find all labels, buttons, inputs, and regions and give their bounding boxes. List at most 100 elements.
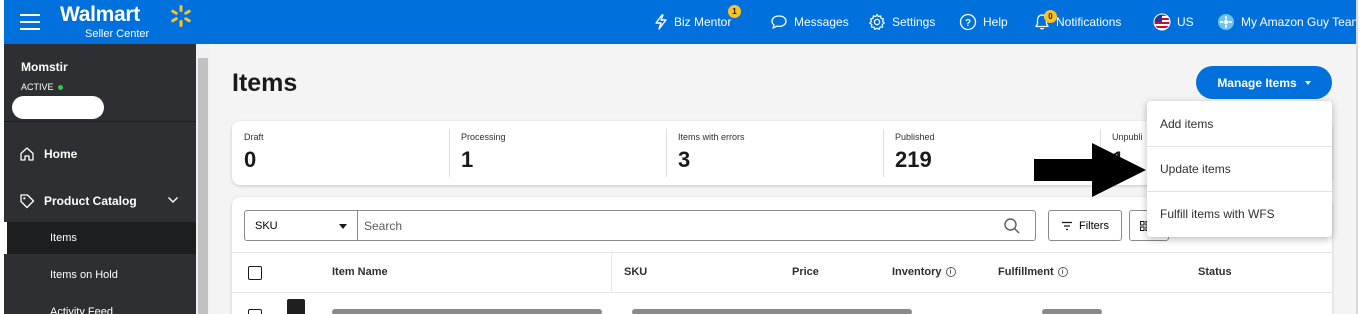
product-thumbnail[interactable] — [287, 299, 305, 314]
store-status-label: ACTIVE — [21, 82, 54, 92]
window-edge — [1356, 0, 1364, 314]
account-label: My Amazon Guy Team — [1241, 15, 1356, 29]
gear-icon — [869, 13, 885, 30]
table-row-sku — [632, 309, 912, 314]
sidebar-scrollbar[interactable] — [196, 44, 210, 314]
menu-item-label: Add items — [1160, 116, 1214, 131]
sidebar-item-label: Items — [50, 232, 77, 244]
messages-label: Messages — [794, 15, 849, 29]
help-label: Help — [983, 15, 1008, 29]
app-window: Walmart Seller Center Biz Mentor 1 Messa… — [4, 0, 1356, 314]
lightning-icon — [655, 14, 667, 30]
search-field-value: SKU — [255, 219, 278, 232]
notifications-label: Notifications — [1056, 15, 1122, 29]
store-status: ACTIVE — [21, 82, 63, 92]
filters-button[interactable]: Filters — [1048, 210, 1122, 241]
stat-label: Published — [895, 132, 935, 142]
stat-draft[interactable]: Draft 0 — [232, 121, 449, 185]
account-menu[interactable]: My Amazon Guy Team — [1217, 13, 1356, 31]
search-field-select[interactable]: SKU — [244, 210, 358, 241]
column-header-item-name[interactable]: Item Name — [332, 266, 388, 278]
table-header: Item Name SKU Price Inventory i Fulfillme… — [232, 252, 1332, 293]
svg-text:?: ? — [965, 18, 971, 29]
column-label: Inventory — [892, 266, 942, 278]
caret-down-icon — [339, 224, 347, 229]
redacted-area — [12, 96, 104, 119]
column-header-sku[interactable]: SKU — [624, 266, 647, 278]
spark-icon — [171, 5, 191, 27]
settings-label: Settings — [892, 15, 936, 29]
row-checkbox[interactable] — [248, 309, 262, 314]
sidebar-item-items-on-hold[interactable]: Items on Hold — [4, 259, 196, 291]
chevron-down-icon — [168, 197, 178, 203]
biz-mentor-link[interactable]: Biz Mentor — [654, 13, 731, 31]
menu-item-label: Fulfill items with WFS — [1160, 207, 1275, 221]
manage-items-label: Manage Items — [1217, 75, 1297, 90]
column-divider — [611, 253, 612, 292]
top-navigation-bar: Walmart Seller Center Biz Mentor 1 Messa… — [4, 0, 1356, 44]
manage-items-button[interactable]: Manage Items — [1196, 66, 1332, 99]
sidebar-item-items[interactable]: Items — [4, 222, 196, 254]
sidebar-item-label: Activity Feed — [50, 306, 113, 314]
stat-processing[interactable]: Processing 1 — [449, 121, 666, 185]
search-box — [358, 210, 1036, 241]
column-label: SKU — [624, 266, 648, 278]
stat-label: Draft — [244, 132, 264, 142]
manage-items-menu: Add items Update items Fulfill items wit… — [1147, 101, 1332, 237]
chat-bubble-icon — [771, 15, 787, 30]
sidebar-item-product-catalog[interactable]: Product Catalog — [4, 183, 196, 219]
sidebar-item-home[interactable]: Home — [4, 136, 196, 172]
sidebar-item-activity-feed[interactable]: Activity Feed — [4, 296, 196, 314]
info-icon[interactable]: i — [1057, 267, 1068, 277]
stat-label: Items with errors — [678, 132, 745, 142]
column-label: Fulfillment — [998, 266, 1054, 278]
column-label: Status — [1198, 266, 1232, 278]
search-icon[interactable] — [1003, 217, 1021, 235]
search-input[interactable] — [358, 211, 978, 240]
annotation-arrow-icon — [1034, 143, 1146, 197]
scrollbar-thumb[interactable] — [198, 58, 208, 314]
brand-name: Walmart — [60, 3, 140, 26]
sidebar: Momstir ACTIVE Home Product Catalog Item… — [4, 44, 196, 314]
column-label: Price — [792, 266, 819, 278]
stat-value: 0 — [244, 147, 257, 172]
filters-label: Filters — [1079, 219, 1109, 232]
messages-link[interactable]: Messages — [770, 13, 849, 31]
menu-item-add-items[interactable]: Add items — [1147, 101, 1332, 146]
info-icon[interactable]: i — [945, 267, 956, 277]
menu-item-update-items[interactable]: Update items — [1147, 146, 1332, 191]
tag-icon — [20, 194, 35, 209]
stat-value: 3 — [678, 147, 691, 172]
biz-mentor-badge: 1 — [728, 5, 741, 18]
sidebar-item-label: Home — [44, 147, 78, 161]
stat-value: 1 — [461, 147, 474, 172]
sidebar-item-label: Product Catalog — [44, 194, 137, 208]
filter-icon — [1062, 221, 1073, 230]
walmart-logo[interactable]: Walmart Seller Center — [60, 3, 191, 40]
status-dot-icon — [57, 84, 63, 90]
select-all-checkbox[interactable] — [248, 266, 262, 280]
menu-item-fulfill-wfs[interactable]: Fulfill items with WFS — [1147, 191, 1332, 236]
table-row-fulfillment — [1042, 309, 1102, 314]
help-link[interactable]: ? Help — [959, 13, 1008, 31]
column-label: Item Name — [332, 266, 388, 278]
notifications-badge: 0 — [1044, 10, 1057, 23]
settings-link[interactable]: Settings — [868, 13, 935, 31]
store-name: Momstir — [21, 60, 68, 74]
sidebar-divider — [4, 121, 196, 122]
sidebar-item-label: Items on Hold — [50, 269, 118, 281]
stat-label: Processing — [461, 132, 506, 142]
column-header-status[interactable]: Status — [1198, 266, 1232, 278]
column-header-fulfillment[interactable]: Fulfillment i — [998, 266, 1068, 278]
home-icon — [20, 147, 34, 161]
stat-items-with-errors[interactable]: Items with errors 3 — [666, 121, 883, 185]
column-header-price[interactable]: Price — [792, 266, 819, 278]
column-header-inventory[interactable]: Inventory i — [892, 266, 956, 278]
brand-subtitle: Seller Center — [85, 28, 150, 40]
page-title: Items — [232, 69, 298, 97]
account-icon — [1218, 14, 1234, 30]
menu-icon[interactable] — [20, 14, 40, 30]
table-row[interactable] — [332, 309, 602, 314]
region-selector[interactable]: US — [1153, 13, 1194, 31]
region-label: US — [1177, 15, 1194, 29]
